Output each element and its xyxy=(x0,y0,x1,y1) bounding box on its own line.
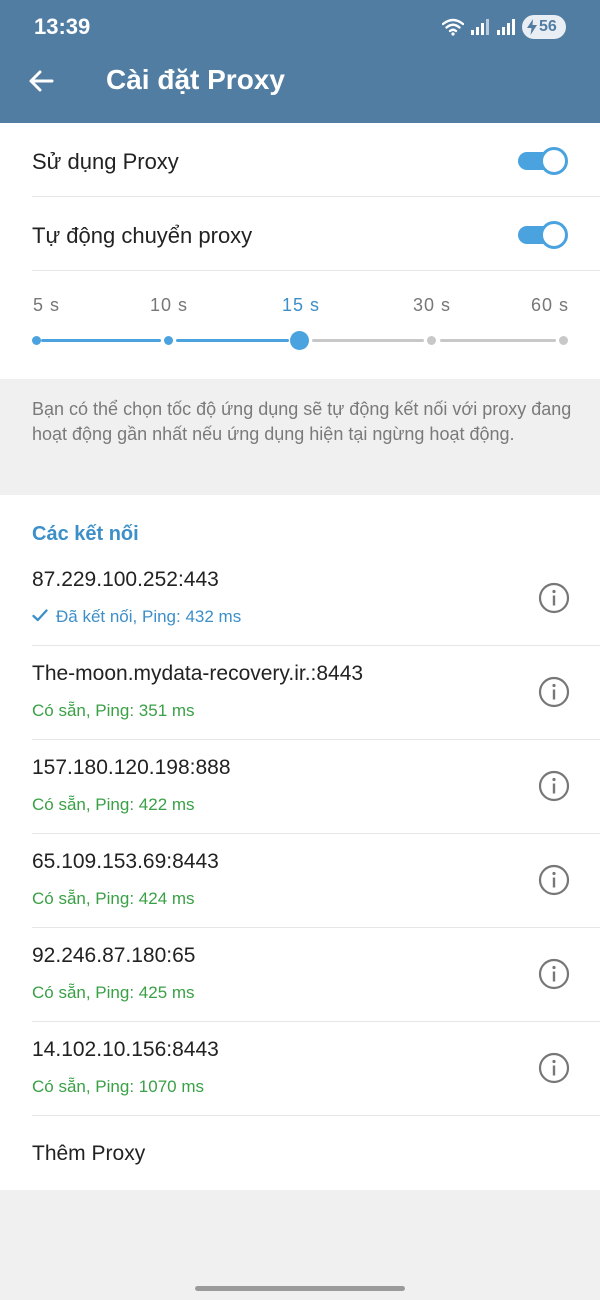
auto-switch-label: Tự động chuyển proxy xyxy=(32,223,253,248)
proxy-status: Có sẵn, Ping: 1070 ms xyxy=(32,1077,204,1096)
connections-card: Các kết nối 87.229.100.252:443 Đã kết nố… xyxy=(0,495,600,1190)
check-icon xyxy=(32,609,48,622)
signal-icon xyxy=(497,19,515,35)
back-button[interactable] xyxy=(22,62,60,100)
proxy-item[interactable]: 157.180.120.198:888 Có sẵn, Ping: 422 ms xyxy=(0,740,600,834)
interval-option-10s[interactable]: 10 s xyxy=(150,295,188,316)
slider-track-inactive xyxy=(440,339,556,342)
slider-stop[interactable] xyxy=(164,336,173,345)
slider-stop[interactable] xyxy=(559,336,568,345)
proxy-address: 157.180.120.198:888 xyxy=(32,756,231,779)
slider-thumb[interactable] xyxy=(290,331,309,350)
proxy-settings-card: Sử dụng Proxy Tự động chuyển proxy 5 s 1… xyxy=(0,123,600,379)
connections-title: Các kết nối xyxy=(32,523,139,545)
proxy-item[interactable]: The-moon.mydata-recovery.ir.:8443 Có sẵn… xyxy=(0,646,600,740)
signal-icon xyxy=(471,19,489,35)
proxy-item[interactable]: 87.229.100.252:443 Đã kết nối, Ping: 432… xyxy=(0,552,600,646)
toggle-knob xyxy=(540,147,568,175)
info-icon[interactable] xyxy=(538,1052,570,1084)
auto-switch-hint: Bạn có thể chọn tốc độ ứng dụng sẽ tự độ… xyxy=(0,379,600,495)
hint-text: Bạn có thể chọn tốc độ ứng dụng sẽ tự độ… xyxy=(32,399,572,444)
interval-labels: 5 s 10 s 15 s 30 s 60 s xyxy=(0,295,600,317)
use-proxy-toggle[interactable] xyxy=(518,147,568,175)
slider-track-active xyxy=(176,339,289,342)
add-proxy-label: Thêm Proxy xyxy=(32,1142,146,1165)
battery-charging-icon xyxy=(527,19,537,35)
app-header: 13:39 56 Cài đặt Proxy xyxy=(0,0,600,123)
slider-stop[interactable] xyxy=(427,336,436,345)
proxy-status-text: Đã kết nối, Ping: 432 ms xyxy=(56,607,242,626)
proxy-status: Đã kết nối, Ping: 432 ms xyxy=(32,607,241,627)
add-proxy-button[interactable]: Thêm Proxy xyxy=(0,1116,600,1190)
proxy-address: 65.109.153.69:8443 xyxy=(32,850,219,873)
proxy-address: The-moon.mydata-recovery.ir.:8443 xyxy=(32,662,364,685)
info-icon[interactable] xyxy=(538,582,570,614)
battery-indicator: 56 xyxy=(522,15,566,39)
interval-option-15s[interactable]: 15 s xyxy=(282,295,320,316)
auto-switch-toggle[interactable] xyxy=(518,221,568,249)
arrow-left-icon xyxy=(29,70,54,92)
proxy-item[interactable]: 92.246.87.180:65 Có sẵn, Ping: 425 ms xyxy=(0,928,600,1022)
interval-option-5s[interactable]: 5 s xyxy=(33,295,60,316)
interval-option-30s[interactable]: 30 s xyxy=(413,295,451,316)
info-icon[interactable] xyxy=(538,770,570,802)
info-icon[interactable] xyxy=(538,864,570,896)
status-icons: 56 xyxy=(442,14,566,40)
proxy-address: 14.102.10.156:8443 xyxy=(32,1038,219,1061)
info-icon[interactable] xyxy=(538,676,570,708)
wifi-icon xyxy=(442,18,464,36)
proxy-status: Có sẵn, Ping: 351 ms xyxy=(32,701,195,720)
battery-level: 56 xyxy=(539,18,557,35)
auto-switch-row[interactable]: Tự động chuyển proxy xyxy=(0,197,600,271)
proxy-address: 92.246.87.180:65 xyxy=(32,944,196,967)
status-bar: 13:39 56 xyxy=(0,0,600,54)
slider-track-active xyxy=(41,339,161,342)
use-proxy-row[interactable]: Sử dụng Proxy xyxy=(0,123,600,197)
proxy-status: Có sẵn, Ping: 422 ms xyxy=(32,795,195,814)
home-indicator[interactable] xyxy=(195,1286,405,1291)
interval-slider[interactable] xyxy=(0,328,600,352)
slider-track-inactive xyxy=(312,339,424,342)
proxy-status: Có sẵn, Ping: 424 ms xyxy=(32,889,195,908)
status-time: 13:39 xyxy=(34,14,91,39)
toggle-knob xyxy=(540,221,568,249)
proxy-item[interactable]: 65.109.153.69:8443 Có sẵn, Ping: 424 ms xyxy=(0,834,600,928)
divider xyxy=(32,270,600,271)
proxy-item[interactable]: 14.102.10.156:8443 Có sẵn, Ping: 1070 ms xyxy=(0,1022,600,1116)
info-icon[interactable] xyxy=(538,958,570,990)
interval-option-60s[interactable]: 60 s xyxy=(531,295,569,316)
proxy-status: Có sẵn, Ping: 425 ms xyxy=(32,983,195,1002)
use-proxy-label: Sử dụng Proxy xyxy=(32,149,179,174)
page-title: Cài đặt Proxy xyxy=(106,64,285,95)
slider-stop[interactable] xyxy=(32,336,41,345)
proxy-address: 87.229.100.252:443 xyxy=(32,568,219,591)
